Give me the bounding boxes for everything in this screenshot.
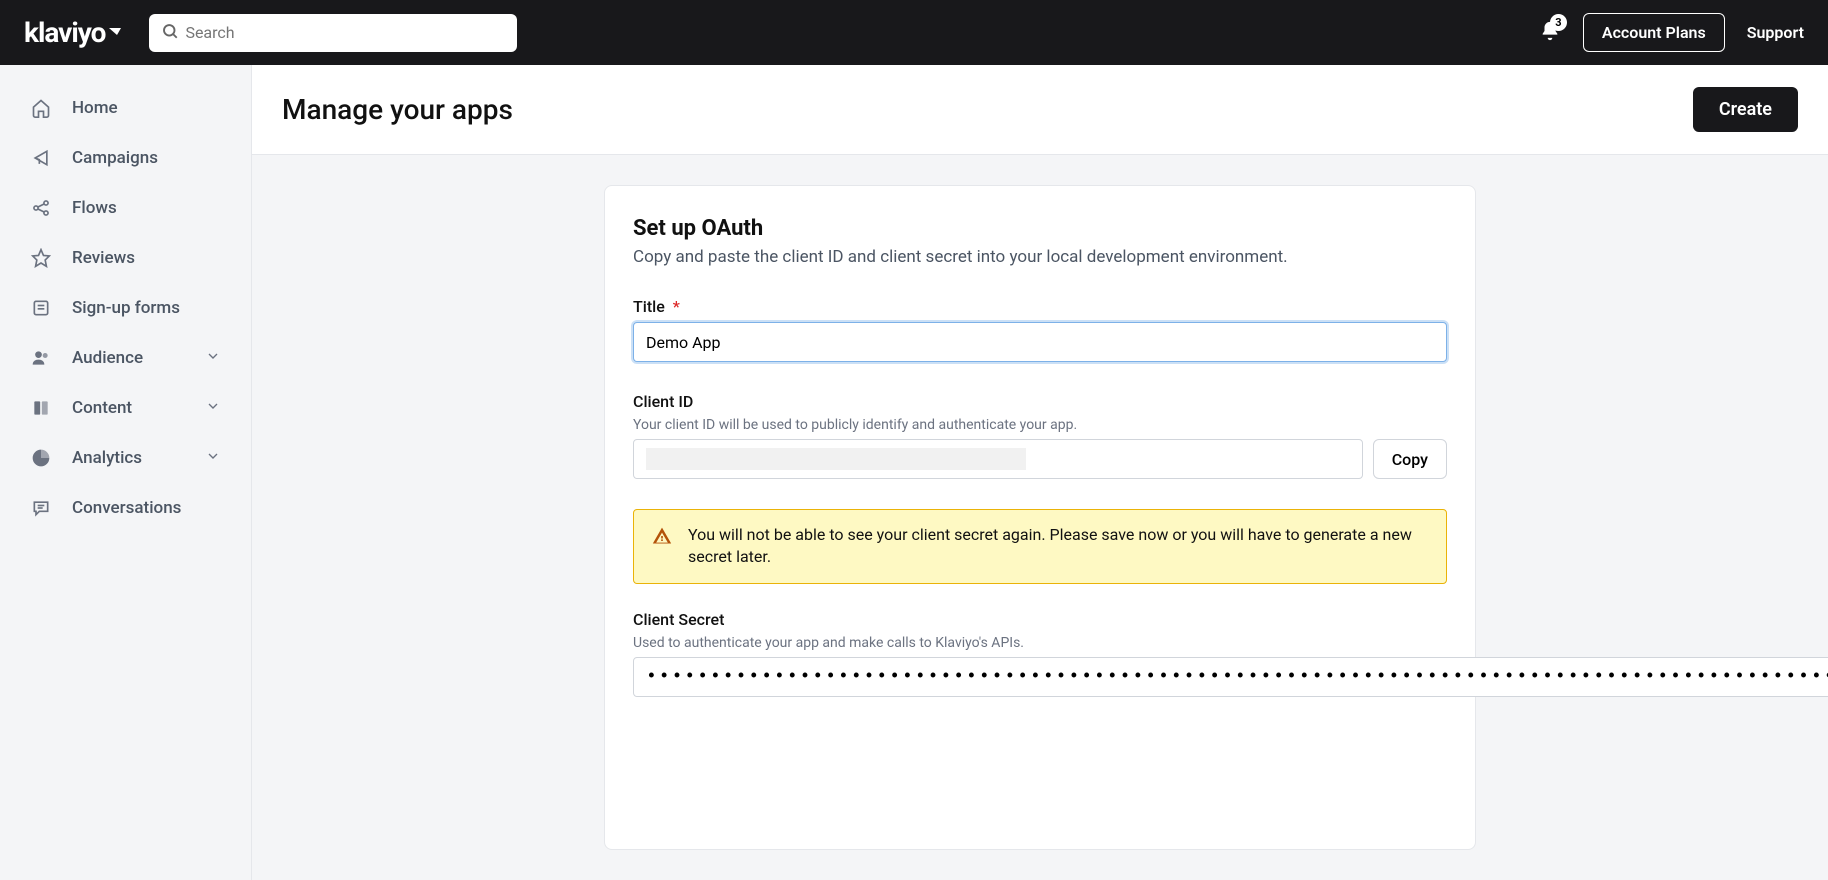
copy-client-id-button[interactable]: Copy — [1373, 439, 1447, 479]
warning-banner: You will not be able to see your client … — [633, 509, 1447, 584]
nav-label: Reviews — [72, 248, 135, 268]
sidebar: Home Campaigns Flows Reviews Sign-up for… — [0, 65, 252, 880]
title-label-text: Title — [633, 297, 665, 316]
client-secret-label: Client Secret — [633, 610, 1447, 629]
sidebar-item-content[interactable]: Content — [0, 383, 251, 433]
logo[interactable]: klaviyo — [24, 16, 123, 49]
page-header: Manage your apps Create — [252, 65, 1828, 155]
star-icon — [30, 247, 52, 269]
sidebar-item-flows[interactable]: Flows — [0, 183, 251, 233]
chevron-down-icon — [205, 448, 221, 469]
share-icon — [30, 197, 52, 219]
book-icon — [30, 397, 52, 419]
nav-label: Audience — [72, 348, 143, 368]
chat-icon — [30, 497, 52, 519]
title-label: Title * — [633, 297, 1447, 316]
client-secret-input[interactable]: ••••••••••••••••••••••••••••••••••••••••… — [633, 657, 1828, 697]
oauth-card: Set up OAuth Copy and paste the client I… — [604, 185, 1476, 850]
notifications-button[interactable]: 3 — [1539, 20, 1561, 46]
sidebar-item-conversations[interactable]: Conversations — [0, 483, 251, 533]
client-secret-help: Used to authenticate your app and make c… — [633, 635, 1447, 651]
sidebar-item-audience[interactable]: Audience — [0, 333, 251, 383]
nav-label: Home — [72, 98, 118, 118]
client-id-value — [646, 448, 1026, 470]
sidebar-item-reviews[interactable]: Reviews — [0, 233, 251, 283]
notif-badge: 3 — [1550, 14, 1567, 31]
sidebar-item-signup-forms[interactable]: Sign-up forms — [0, 283, 251, 333]
card-description: Copy and paste the client ID and client … — [633, 247, 1447, 267]
title-input[interactable] — [633, 322, 1447, 362]
support-link[interactable]: Support — [1747, 23, 1804, 42]
warning-icon — [652, 526, 672, 569]
sidebar-item-analytics[interactable]: Analytics — [0, 433, 251, 483]
chevron-down-icon — [205, 398, 221, 419]
sidebar-item-home[interactable]: Home — [0, 83, 251, 133]
home-icon — [30, 97, 52, 119]
required-asterisk: * — [673, 297, 680, 316]
nav-label: Conversations — [72, 498, 181, 518]
nav-label: Flows — [72, 198, 117, 218]
client-id-help: Your client ID will be used to publicly … — [633, 417, 1447, 433]
chevron-down-icon — [205, 348, 221, 369]
search-icon — [161, 22, 179, 44]
nav-label: Campaigns — [72, 148, 158, 168]
logo-text: klaviyo — [24, 16, 105, 49]
pie-icon — [30, 447, 52, 469]
client-id-input[interactable] — [633, 439, 1363, 479]
card-title: Set up OAuth — [633, 216, 1447, 241]
client-id-label: Client ID — [633, 392, 1447, 411]
warning-text: You will not be able to see your client … — [688, 524, 1428, 569]
search-input[interactable] — [149, 14, 517, 52]
users-icon — [30, 347, 52, 369]
send-icon — [30, 147, 52, 169]
nav-label: Content — [72, 398, 132, 418]
title-field-group: Title * — [633, 297, 1447, 362]
client-secret-field-group: Client Secret Used to authenticate your … — [633, 610, 1447, 697]
sidebar-item-campaigns[interactable]: Campaigns — [0, 133, 251, 183]
main-content: Manage your apps Create Set up OAuth Cop… — [252, 65, 1828, 880]
page-title: Manage your apps — [282, 93, 513, 126]
create-button[interactable]: Create — [1693, 87, 1798, 132]
client-secret-masked: ••••••••••••••••••••••••••••••••••••••••… — [634, 667, 1828, 687]
logo-mark-icon — [107, 16, 123, 49]
client-id-field-group: Client ID Your client ID will be used to… — [633, 392, 1447, 479]
account-plans-button[interactable]: Account Plans — [1583, 13, 1725, 52]
app-header: klaviyo 3 Account Plans Support — [0, 0, 1828, 65]
nav-label: Sign-up forms — [72, 298, 180, 318]
nav-label: Analytics — [72, 448, 142, 468]
form-icon — [30, 297, 52, 319]
search-wrap — [149, 14, 517, 52]
